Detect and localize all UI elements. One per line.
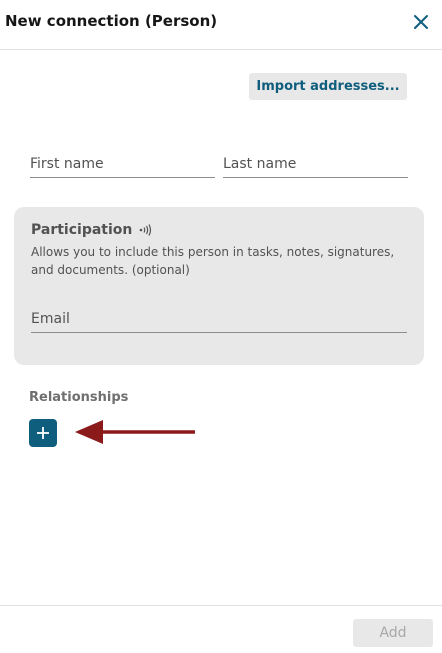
add-button[interactable]: Add (353, 619, 433, 647)
email-input[interactable] (31, 305, 407, 332)
dialog-title: New connection (Person) (5, 12, 218, 30)
new-connection-dialog: New connection (Person) Import addresses… (0, 0, 442, 653)
dialog-footer: Add (0, 605, 442, 653)
last-name-input[interactable] (223, 150, 408, 177)
relationships-label: Relationships (29, 390, 129, 405)
add-relationship-button[interactable] (29, 419, 57, 447)
email-field (31, 305, 407, 333)
last-name-field (223, 150, 408, 178)
import-addresses-button[interactable]: Import addresses... (249, 73, 407, 100)
first-name-field (30, 150, 215, 178)
dialog-header: New connection (Person) (0, 0, 442, 50)
close-button[interactable] (410, 11, 432, 33)
participation-heading: Participation (31, 222, 152, 238)
first-name-input[interactable] (30, 150, 215, 177)
plus-icon (37, 427, 49, 439)
broadcast-icon (140, 224, 152, 236)
participation-description: Allows you to include this person in tas… (31, 245, 395, 277)
participation-card: Participation Allows you to include this… (14, 207, 424, 365)
close-icon (414, 15, 428, 29)
annotation-arrow-icon (75, 420, 195, 444)
participation-title: Participation (31, 222, 133, 238)
